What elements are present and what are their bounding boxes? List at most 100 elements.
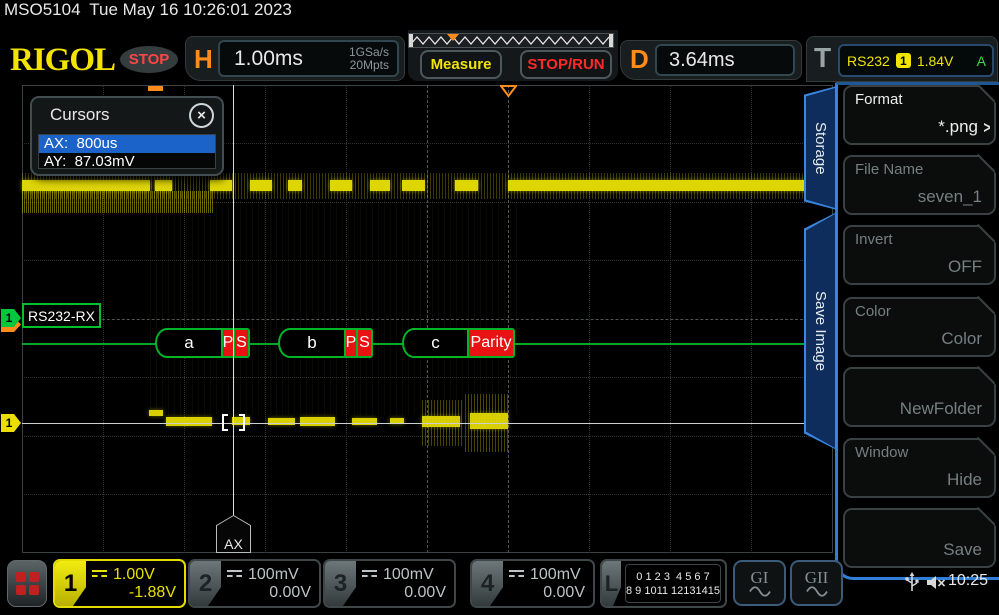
position-bar-endcap	[409, 34, 413, 47]
menu-item-window[interactable]: Window Hide	[843, 436, 996, 498]
timebase-box[interactable]: 1.00ms 1GSa/s 20Mpts	[218, 40, 399, 77]
decode-data: b	[307, 333, 317, 352]
chevron-right-icon: >	[983, 118, 991, 137]
decode-data: a	[184, 333, 194, 352]
logic-channels-box[interactable]: L 0 1 2 3 4 5 6 7 8 9 1011 12131415	[600, 559, 727, 608]
channel-2-box[interactable]: 2 100mV 0.00V	[188, 559, 321, 608]
acquisition-info: 1GSa/s 20Mpts	[349, 45, 389, 72]
decode-frame: b P S	[278, 328, 373, 358]
menu-item-file-name[interactable]: File Name seven_1	[843, 153, 996, 215]
oscilloscope-screen: MSO5104 Tue May 16 10:26:01 2023 1 RS232…	[0, 0, 999, 615]
decode-stop-cell: S	[356, 330, 371, 356]
trace-segment	[166, 417, 212, 426]
marker-tick-orange	[148, 86, 163, 91]
menu-item-format[interactable]: Format *.png >	[843, 83, 996, 145]
close-icon[interactable]: ×	[189, 103, 214, 128]
cursor-ax-line[interactable]	[233, 85, 234, 516]
cursor-ax-readout[interactable]: AX: 800us	[39, 135, 215, 153]
trace-segment	[455, 180, 478, 191]
trace-segment	[210, 180, 232, 191]
channel-scale: 100mV	[530, 565, 581, 583]
decode-parity-cell: Parity	[467, 330, 513, 356]
generator-1-button[interactable]: GI	[733, 560, 786, 606]
channel-scale: 1.00V	[113, 565, 155, 583]
decode-data: c	[431, 333, 440, 352]
decode-frame: a P S	[155, 328, 250, 358]
trace-noise	[150, 200, 522, 415]
position-bar-endcap	[609, 34, 613, 47]
trace-segment	[149, 410, 163, 416]
trace-segment	[22, 180, 150, 191]
waveform-position-bar[interactable]	[408, 33, 614, 48]
menu-grid-icon	[15, 572, 26, 582]
trace-segment	[250, 180, 272, 191]
decode-label: RS232-RX	[22, 303, 101, 328]
menu-item-color[interactable]: Color Color	[843, 295, 996, 357]
logic-channel-list: 0 1 2 3 4 5 6 7 8 9 1011 12131415	[625, 564, 721, 603]
channel1-position-marker[interactable]: 1	[1, 414, 21, 432]
decode-parity-cell: P	[221, 330, 233, 356]
channel-scale: 100mV	[383, 565, 434, 583]
delay-box[interactable]: 3.64ms	[655, 44, 795, 76]
datetime-label: Tue May 16 10:26:01 2023	[89, 0, 292, 19]
channel-4-box[interactable]: 4 100mV 0.00V	[470, 559, 595, 608]
gridline	[22, 494, 833, 495]
trigger-source-badge: 1	[895, 53, 911, 68]
trigger-level: 1.84V	[916, 52, 954, 69]
channel-offset: 0.00V	[543, 583, 585, 601]
trace-bracket-left	[222, 414, 228, 431]
delay-value: 3.64ms	[669, 48, 735, 71]
tab-save-image-label: Save Image	[806, 214, 835, 448]
decode-parity-cell: P	[344, 330, 356, 356]
trace-segment	[402, 180, 425, 191]
cursor-ay-line[interactable]	[22, 423, 833, 424]
channel-1-box[interactable]: 1 1.00V -1.88V	[53, 559, 186, 608]
channel-offset: 0.00V	[269, 583, 311, 601]
position-marker-icon[interactable]	[447, 34, 459, 41]
channel-offset: -1.88V	[128, 583, 176, 601]
trace-segment	[300, 417, 335, 426]
quick-menu-button[interactable]	[7, 560, 47, 607]
decode-frame: c Parity	[402, 328, 515, 358]
stop-run-button[interactable]: STOP/RUN	[520, 50, 612, 79]
cursor-readouts: AX: 800us AY: 87.03mV	[38, 134, 216, 171]
sine-wave-icon	[748, 585, 771, 597]
trigger-box[interactable]: RS232 1 1.84V A	[838, 44, 994, 77]
trace-segment	[288, 180, 302, 191]
delay-label: D	[630, 44, 649, 74]
tab-storage-label: Storage	[806, 88, 835, 208]
menu-item-new-folder[interactable]: NewFolder	[843, 365, 996, 427]
rigol-logo: RIGOL	[10, 42, 116, 78]
trace-segment	[370, 180, 390, 191]
trigger-position-icon[interactable]	[500, 85, 517, 97]
menu-item-save[interactable]: Save	[843, 506, 996, 568]
window-titlebar: MSO5104 Tue May 16 10:26:01 2023	[0, 0, 999, 30]
dc-coupling-icon	[227, 570, 242, 579]
channel-3-box[interactable]: 3 100mV 0.00V	[323, 559, 456, 608]
trigger-label: T	[814, 42, 832, 73]
dc-coupling-icon	[509, 570, 524, 579]
trace-segment	[330, 180, 352, 191]
channel-offset: 0.00V	[404, 583, 446, 601]
trace-segment	[508, 180, 833, 191]
generator-2-button[interactable]: GII	[790, 560, 843, 606]
channel-scale: 100mV	[248, 565, 299, 583]
tab-storage[interactable]: Storage	[804, 86, 837, 210]
tab-save-image[interactable]: Save Image	[804, 212, 837, 450]
dc-coupling-icon	[92, 570, 107, 579]
cursor-ay-readout[interactable]: AY: 87.03mV	[39, 153, 215, 171]
trigger-type: RS232	[847, 52, 890, 69]
measure-button[interactable]: Measure	[420, 50, 502, 79]
popup-title: Cursors	[50, 105, 110, 124]
model-name: MSO5104	[4, 0, 81, 19]
dc-coupling-icon	[362, 570, 377, 579]
sine-wave-icon	[805, 585, 828, 597]
horizontal-label: H	[194, 44, 213, 74]
trace-bracket-right	[239, 414, 245, 431]
trace-segment	[155, 180, 172, 191]
speaker-mute-icon[interactable]	[926, 575, 946, 590]
timebase-value: 1.00ms	[234, 46, 303, 70]
clock: 10:25	[948, 572, 989, 589]
trigger-mode: A	[976, 52, 986, 69]
menu-item-invert[interactable]: Invert OFF	[843, 223, 996, 285]
